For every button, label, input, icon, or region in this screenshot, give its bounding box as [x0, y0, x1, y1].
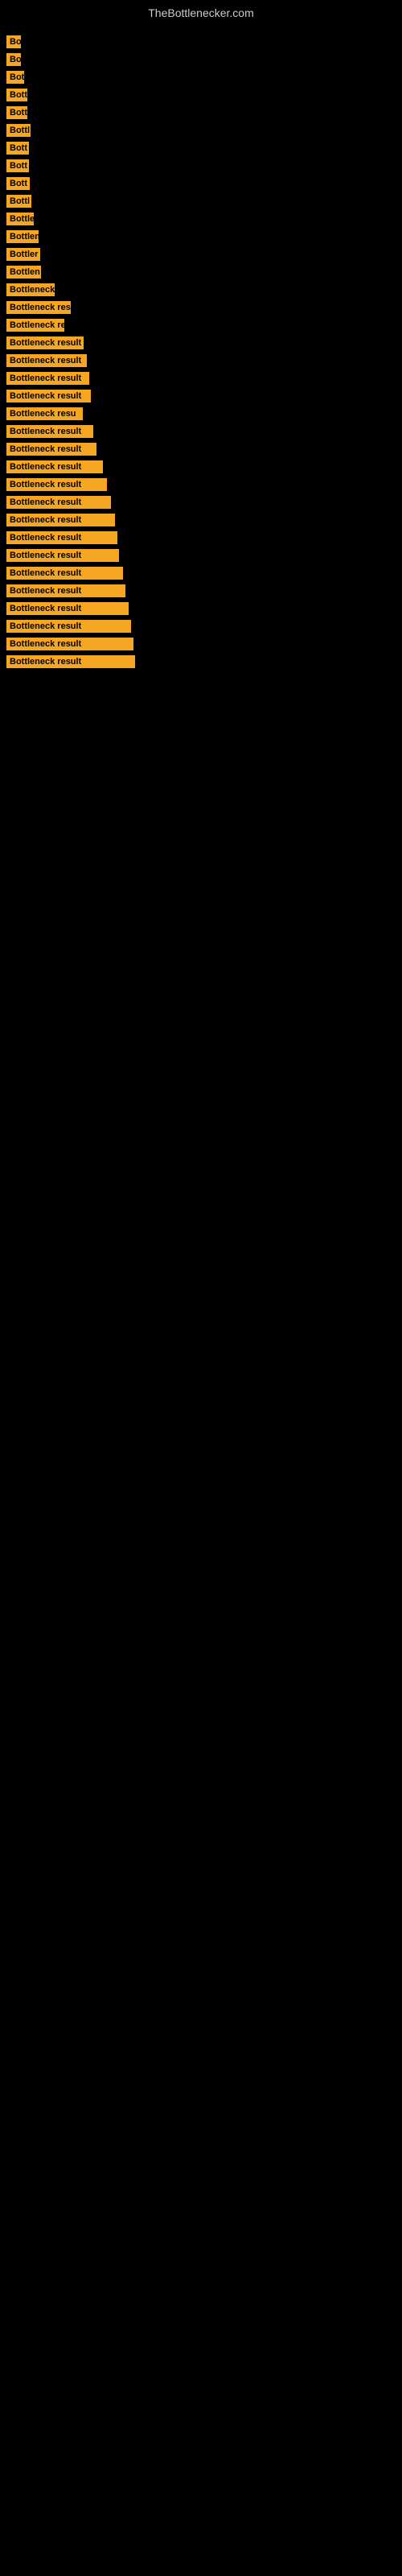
bar-row: Bott [6, 106, 396, 119]
bar-row: Bottleneck result [6, 443, 396, 456]
bar-row: Bottleneck result [6, 425, 396, 438]
bar-row: Bot [6, 71, 396, 84]
bar-row: Bottleneck result [6, 602, 396, 615]
bar-label: Bottleneck result [6, 620, 131, 633]
bar-row: Bottleneck r [6, 283, 396, 296]
bar-label: Bott [6, 159, 29, 172]
bar-label: Bottleneck result [6, 496, 111, 509]
bar-label: Bottleneck r [6, 283, 55, 296]
bar-label: Bottleneck resu [6, 301, 71, 314]
bar-label: Bott [6, 106, 27, 119]
bar-label: Bottleneck result [6, 425, 93, 438]
bar-row: Bottleneck result [6, 354, 396, 367]
bar-row: Bottleneck re [6, 319, 396, 332]
bar-row: Bottl [6, 195, 396, 208]
bar-label: Bottleneck result [6, 549, 119, 562]
bar-label: Bottleneck result [6, 602, 129, 615]
bar-row: Bottleneck result [6, 655, 396, 668]
bar-label: Bottleneck result [6, 372, 89, 385]
bar-row: Bottleneck result [6, 336, 396, 349]
bar-row: Bottleneck result [6, 514, 396, 526]
bar-label: Bottler [6, 248, 40, 261]
bar-label: Bo [6, 35, 21, 48]
bar-row: Bottleneck result [6, 549, 396, 562]
bar-row: Bottleneck result [6, 567, 396, 580]
bar-label: Bottleneck result [6, 336, 84, 349]
bar-label: Bottleneck result [6, 390, 91, 402]
bar-row: Bottle [6, 213, 396, 225]
bar-label: Bottlen [6, 266, 41, 279]
bar-label: Bottl [6, 195, 31, 208]
bar-label: Bottleneck result [6, 514, 115, 526]
bar-label: Bottleneck result [6, 354, 87, 367]
bar-row: Bottleneck result [6, 390, 396, 402]
bar-row: Bott [6, 142, 396, 155]
bar-row: Bottleneck result [6, 531, 396, 544]
bar-label: Bott [6, 142, 29, 155]
bar-row: Bottleneck result [6, 478, 396, 491]
bar-row: Bott [6, 89, 396, 101]
bar-row: Bottleneck result [6, 620, 396, 633]
bar-row: Bottleneck resu [6, 301, 396, 314]
bar-label: Bottleneck result [6, 478, 107, 491]
bar-label: Bottleneck result [6, 460, 103, 473]
bar-row: Bottleneck resu [6, 407, 396, 420]
bar-label: Bottleneck result [6, 443, 96, 456]
bar-label: Bottleneck result [6, 655, 135, 668]
bar-row: Bottleneck result [6, 372, 396, 385]
bar-label: Bottlen [6, 230, 39, 243]
bar-label: Bottl [6, 124, 31, 137]
bar-label: Bottleneck result [6, 531, 117, 544]
bar-row: Bo [6, 53, 396, 66]
bars-wrapper: Bo Bo Bot Bott Bott Bottl Bott Bott Bott Bottl Bot… [0, 23, 402, 668]
bar-row: Bottlen [6, 266, 396, 279]
bar-label: Bo [6, 53, 21, 66]
bar-row: Bottl [6, 124, 396, 137]
bar-row: Bottleneck result [6, 496, 396, 509]
bar-row: Bott [6, 159, 396, 172]
bar-label: Bottleneck result [6, 638, 133, 650]
bar-label: Bottleneck re [6, 319, 64, 332]
site-title: TheBottlenecker.com [0, 0, 402, 23]
bar-row: Bott [6, 177, 396, 190]
bar-row: Bo [6, 35, 396, 48]
bar-row: Bottlen [6, 230, 396, 243]
bar-label: Bot [6, 71, 24, 84]
bar-row: Bottleneck result [6, 460, 396, 473]
bar-label: Bottleneck result [6, 584, 125, 597]
bar-label: Bottleneck result [6, 567, 123, 580]
bar-label: Bottle [6, 213, 34, 225]
bar-label: Bott [6, 177, 30, 190]
bar-label: Bottleneck resu [6, 407, 83, 420]
bar-row: Bottler [6, 248, 396, 261]
bar-label: Bott [6, 89, 27, 101]
bar-row: Bottleneck result [6, 638, 396, 650]
bar-row: Bottleneck result [6, 584, 396, 597]
